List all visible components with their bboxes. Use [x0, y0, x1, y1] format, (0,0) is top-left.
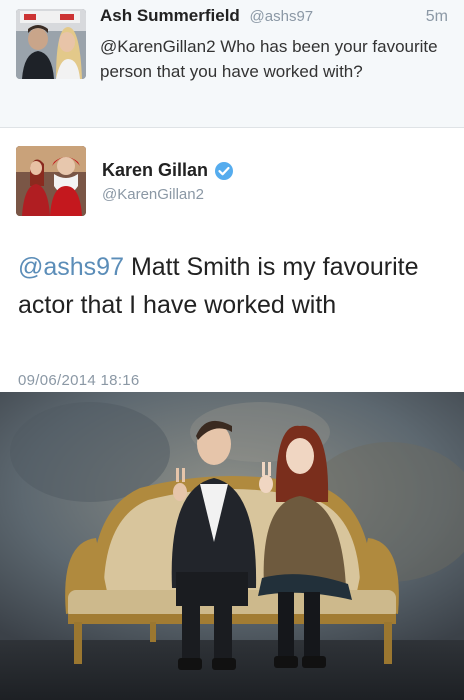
reply-text: @KarenGillan2 Who has been your favourit… — [100, 37, 438, 81]
photo-image — [0, 392, 464, 700]
author-name[interactable]: Karen Gillan — [102, 160, 208, 181]
reply-author[interactable]: Ash Summerfield @ashs97 — [100, 6, 313, 26]
main-tweet: Karen Gillan @KarenGillan2 @ashs97 Matt … — [0, 128, 464, 392]
tweet-text: @ashs97 Matt Smith is my favourite actor… — [18, 248, 448, 324]
reply-tweet[interactable]: Ash Summerfield @ashs97 5m @KarenGillan2… — [0, 0, 464, 128]
author-handle[interactable]: @KarenGillan2 — [102, 186, 204, 203]
avatar-image — [16, 146, 86, 216]
mention-link[interactable]: @ashs97 — [18, 253, 124, 281]
avatar[interactable] — [16, 9, 86, 79]
reply-timestamp: 5m — [425, 8, 448, 25]
avatar-image — [16, 9, 86, 79]
tweet-timestamp: 09/06/2014 18:16 — [18, 372, 140, 389]
reply-author-name[interactable]: Ash Summerfield — [100, 6, 240, 25]
reply-author-handle[interactable]: @ashs97 — [250, 8, 314, 25]
avatar[interactable] — [16, 146, 86, 216]
author-name-row[interactable]: Karen Gillan — [102, 160, 234, 181]
verified-badge-icon — [214, 161, 234, 181]
attached-photo[interactable] — [0, 392, 464, 700]
